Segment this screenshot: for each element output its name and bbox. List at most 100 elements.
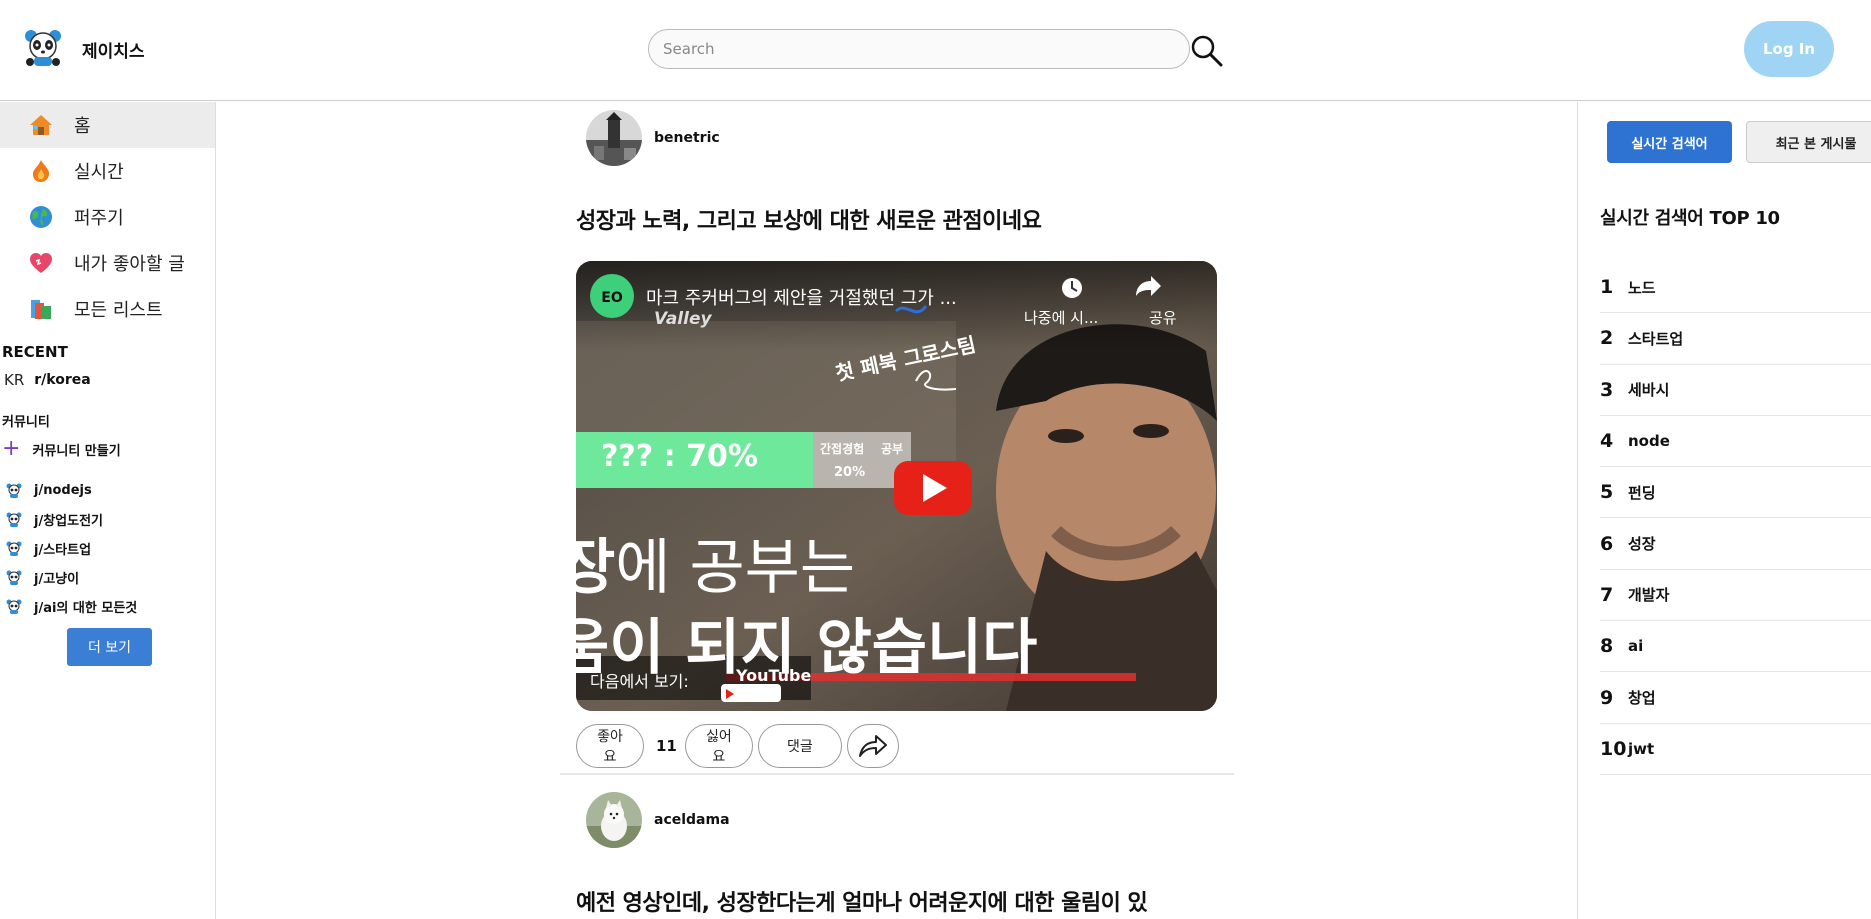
plus-icon: + [2, 436, 21, 461]
recent-item[interactable]: KR r/korea [0, 366, 215, 394]
trend-item[interactable]: 1 노드 [1600, 262, 1871, 314]
dislike-button[interactable]: 싫어요 [684, 724, 753, 768]
share-video-button[interactable]: 공유 [1149, 307, 1177, 328]
community-label: j/창업도전기 [34, 514, 104, 529]
vote-count: 11 [656, 737, 677, 755]
trend-item[interactable]: 8 ai [1600, 621, 1871, 673]
bar-tag-1: 간접경험 [820, 442, 865, 456]
nav-label: 내가 좋아할 글 [74, 254, 185, 275]
channel-logo[interactable]: EO [597, 283, 627, 313]
watch-on-label[interactable]: 다음에서 보기: [590, 668, 689, 692]
community-item-startup[interactable]: j/스타트업 [0, 534, 215, 563]
avatar[interactable] [586, 792, 642, 848]
youtube-logo[interactable]: YouTube [736, 666, 811, 685]
create-community-button[interactable]: + 커뮤니티 만들기 [0, 434, 215, 464]
trend-term: 세바시 [1628, 381, 1670, 400]
trend-rank: 2 [1600, 327, 1614, 350]
trend-item[interactable]: 10 jwt [1600, 724, 1871, 775]
trend-term: 성장 [1628, 535, 1656, 554]
avatar[interactable] [586, 110, 642, 166]
trend-term: ai [1628, 637, 1644, 656]
post-author[interactable]: benetric [586, 110, 720, 166]
watch-later-button[interactable]: 나중에 시... [1024, 307, 1098, 328]
trend-item[interactable]: 2 스타트업 [1600, 313, 1871, 365]
trend-rank: 4 [1600, 430, 1614, 453]
heart-icon [28, 250, 54, 276]
valley-logo-text: Valley [654, 309, 712, 329]
video-title[interactable]: 마크 주커버그의 제안을 거절했던 그가 ... [646, 284, 957, 310]
trend-item[interactable]: 6 성장 [1600, 518, 1871, 570]
trend-rank: 5 [1600, 481, 1614, 504]
trend-item[interactable]: 3 세바시 [1600, 365, 1871, 416]
nav-item-share[interactable]: 퍼주기 [0, 194, 215, 240]
author-name[interactable]: aceldama [654, 812, 730, 828]
comment-button[interactable]: 댓글 [757, 724, 842, 768]
panda-icon [6, 483, 22, 498]
panda-icon [6, 541, 22, 556]
bar-label: ??? : 70% [601, 439, 758, 474]
community-label: j/nodejs [34, 483, 92, 498]
tab-recently-viewed[interactable]: 최근 본 게시물 [1746, 121, 1871, 163]
right-sidebar: 실시간 검색어 최근 본 게시물 실시간 검색어 TOP 10 1 노드 2 스타트… [1577, 102, 1871, 919]
community-item-cat[interactable]: j/고냥이 [0, 563, 215, 592]
caption-rest: 에 공부는 [615, 533, 856, 603]
community-label: j/스타트업 [34, 543, 92, 558]
trend-rank: 1 [1600, 276, 1614, 299]
post-actions: 좋아요 11 싫어요 댓글 [576, 724, 899, 768]
search-icon[interactable] [1190, 34, 1224, 68]
community-section-title: 커뮤니티 [2, 414, 50, 430]
post-title[interactable]: 성장과 노력, 그리고 보상에 대한 새로운 관점이네요 [576, 203, 1042, 235]
tab-realtime-search[interactable]: 실시간 검색어 [1607, 121, 1732, 163]
post-author[interactable]: aceldama [586, 792, 730, 848]
login-button[interactable]: Log In [1744, 21, 1834, 77]
trend-rank: 7 [1600, 583, 1614, 606]
trend-title: 실시간 검색어 TOP 10 [1600, 208, 1780, 229]
more-button[interactable]: 더 보기 [67, 628, 152, 666]
trend-item[interactable]: 9 창업 [1600, 672, 1871, 724]
search-input[interactable] [648, 29, 1190, 69]
trend-term: 창업 [1628, 689, 1656, 708]
author-name[interactable]: benetric [654, 130, 720, 146]
post-title[interactable]: 예전 영상인데, 성장한다는게 얼마나 어려운지에 대한 울림이 있 [576, 885, 1148, 917]
trend-rank: 6 [1600, 532, 1614, 555]
like-button[interactable]: 좋아요 [576, 724, 644, 768]
recent-label: r/korea [34, 372, 91, 388]
community-label: j/고냥이 [34, 572, 80, 587]
share-button[interactable] [846, 724, 899, 768]
caption-bold: 장 [576, 533, 616, 603]
recent-prefix: KR [4, 371, 25, 389]
share-arrow-icon [858, 735, 887, 757]
left-sidebar: 홈 실시간 퍼주기 내가 좋아할 글 모든 리스트 RECENT KR r/ko… [0, 102, 216, 919]
create-community-label: 커뮤니티 만들기 [32, 443, 121, 459]
top-header: 제이치스 Log In [0, 0, 1871, 101]
trend-term: node [1628, 432, 1670, 451]
community-item-nodejs[interactable]: j/nodejs [0, 476, 215, 505]
nav-item-realtime[interactable]: 실시간 [0, 148, 215, 194]
globe-icon [28, 204, 54, 230]
panda-icon [6, 599, 22, 614]
nav-item-liked[interactable]: 내가 좋아할 글 [0, 240, 215, 286]
books-icon [28, 296, 54, 322]
youtube-video-embed[interactable]: EO 마크 주커버그의 제안을 거절했던 그가 ... Valley 나중에 시… [576, 261, 1217, 711]
trend-rank: 8 [1600, 635, 1614, 658]
nav-label: 퍼주기 [74, 208, 124, 229]
trend-term: jwt [1628, 739, 1655, 758]
trend-list: 1 노드 2 스타트업 3 세바시 4 node 5 펀딩 6 성장 7 개발자 8 ai 9창… [1600, 262, 1871, 775]
trend-item[interactable]: 4 node [1600, 416, 1871, 468]
trend-item[interactable]: 7 개발자 [1600, 570, 1871, 622]
trend-term: 노드 [1628, 278, 1656, 297]
brand-name[interactable]: 제이치스 [82, 37, 145, 62]
trend-item[interactable]: 5 펀딩 [1600, 467, 1871, 519]
community-item-startup-challenge[interactable]: j/창업도전기 [0, 505, 215, 534]
trend-term: 개발자 [1628, 586, 1670, 605]
trend-rank: 3 [1600, 378, 1614, 401]
community-item-ai[interactable]: j/ai의 대한 모든것 [0, 592, 215, 621]
trend-rank: 10 [1600, 737, 1627, 760]
panda-logo-icon[interactable] [22, 28, 64, 70]
nav-label: 홈 [74, 116, 91, 137]
panda-icon [6, 512, 22, 527]
post-divider [560, 773, 1234, 775]
trend-term: 펀딩 [1628, 483, 1656, 502]
nav-item-all-lists[interactable]: 모든 리스트 [0, 286, 215, 332]
nav-item-home[interactable]: 홈 [0, 102, 215, 148]
